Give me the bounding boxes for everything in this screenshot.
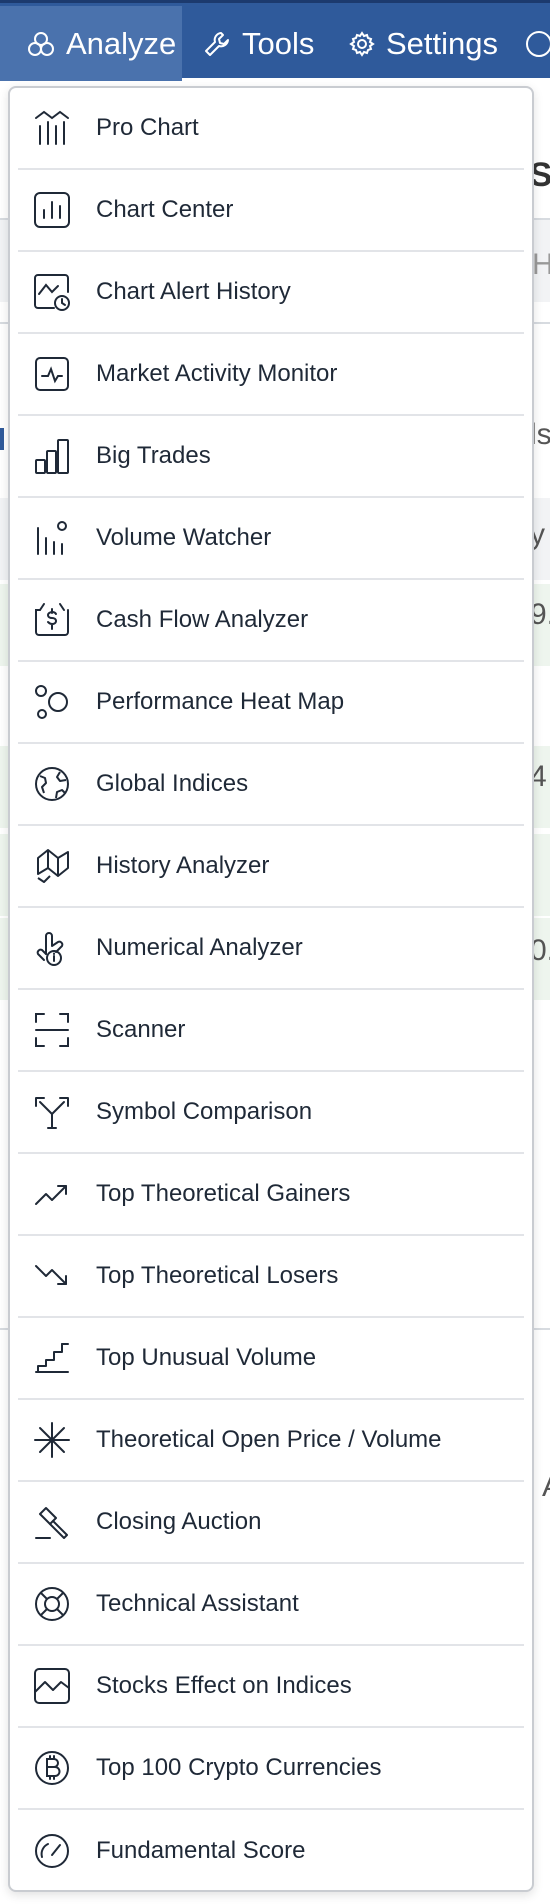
nav-help[interactable] [524,6,550,81]
trend-up-icon [30,1172,74,1216]
menu-item-fundamental-score[interactable]: Fundamental Score [18,1810,524,1892]
bubbles-icon [30,680,74,724]
unusual-volume-icon [30,1336,74,1380]
line-chart-box-icon [30,1664,74,1708]
wrench-icon [202,29,232,59]
asterisk-icon [30,1418,74,1462]
bg-fragment-8: A [542,1470,550,1504]
pro-chart-icon [30,106,74,150]
menu-item-label: Symbol Comparison [96,1098,313,1125]
nav-tools-label: Tools [242,25,315,61]
menu-item-top-100-crypto-currencies[interactable]: Top 100 Crypto Currencies [18,1728,524,1810]
menu-item-symbol-comparison[interactable]: Symbol Comparison [18,1072,524,1154]
menu-item-top-unusual-volume[interactable]: Top Unusual Volume [18,1318,524,1400]
nav-settings[interactable]: Settings [348,6,498,81]
menu-item-performance-heat-map[interactable]: Performance Heat Map [18,662,524,744]
chart-alert-clock-icon [30,270,74,314]
menu-item-label: Big Trades [96,442,211,469]
help-icon [524,29,550,59]
scanner-frame-icon [30,1008,74,1052]
menu-item-label: Chart Alert History [96,278,291,305]
menu-item-label: Global Indices [96,770,249,797]
menu-item-history-analyzer[interactable]: History Analyzer [18,826,524,908]
menu-item-closing-auction[interactable]: Closing Auction [18,1482,524,1564]
split-arrows-icon [30,1090,74,1134]
menu-item-label: Top Theoretical Losers [96,1262,339,1289]
menu-item-label: Fundamental Score [96,1837,306,1864]
menu-item-cash-flow-analyzer[interactable]: Cash Flow Analyzer [18,580,524,662]
menu-item-pro-chart[interactable]: Pro Chart [18,88,524,170]
menu-item-stocks-effect-on-indices[interactable]: Stocks Effect on Indices [18,1646,524,1728]
menu-item-label: Stocks Effect on Indices [96,1672,352,1699]
menu-item-label: Numerical Analyzer [96,934,303,961]
menu-item-top-theoretical-gainers[interactable]: Top Theoretical Gainers [18,1154,524,1236]
menu-item-label: Technical Assistant [96,1590,299,1617]
map-history-icon [30,844,74,888]
nav-tools[interactable]: Tools [202,6,314,81]
menu-item-label: Cash Flow Analyzer [96,606,309,633]
pulse-monitor-icon [30,352,74,396]
menu-item-label: History Analyzer [96,852,270,879]
menu-item-label: Top Theoretical Gainers [96,1180,351,1207]
nav-analyze[interactable]: Analyze [0,6,182,81]
menu-item-market-activity-monitor[interactable]: Market Activity Monitor [18,334,524,416]
menu-item-chart-center[interactable]: Chart Center [18,170,524,252]
gear-icon [348,30,376,58]
menu-item-label: Market Activity Monitor [96,360,338,387]
bitcoin-icon [30,1746,74,1790]
globe-icon [30,762,74,806]
bg-fragment-2: HE [532,248,550,281]
menu-item-volume-watcher[interactable]: Volume Watcher [18,498,524,580]
menu-item-big-trades[interactable]: Big Trades [18,416,524,498]
top-nav: Analyze Tools Settings [0,0,550,81]
dollar-cash-icon [30,598,74,642]
menu-item-label: Closing Auction [96,1508,262,1535]
menu-item-chart-alert-history[interactable]: Chart Alert History [18,252,524,334]
trend-down-icon [30,1254,74,1298]
menu-item-label: Chart Center [96,196,234,223]
menu-item-label: Pro Chart [96,114,199,141]
menu-item-top-theoretical-losers[interactable]: Top Theoretical Losers [18,1236,524,1318]
analyze-icon [26,29,56,59]
lifebuoy-icon [30,1582,74,1626]
menu-item-global-indices[interactable]: Global Indices [18,744,524,826]
gauge-icon [30,1829,74,1873]
menu-item-numerical-analyzer[interactable]: Numerical Analyzer [18,908,524,990]
bar-chart-icon [30,188,74,232]
menu-item-scanner[interactable]: Scanner [18,990,524,1072]
menu-item-theoretical-open-price-volume[interactable]: Theoretical Open Price / Volume [18,1400,524,1482]
menu-item-label: Theoretical Open Price / Volume [96,1426,442,1453]
menu-item-label: Volume Watcher [96,524,272,551]
analyze-dropdown-menu: Pro Chart Chart Center Chart Alert Histo… [8,86,534,1892]
nav-analyze-label: Analyze [66,25,177,61]
menu-item-label: Top Unusual Volume [96,1344,317,1371]
hand-info-icon [30,926,74,970]
menu-item-label: Top 100 Crypto Currencies [96,1754,382,1781]
nav-settings-label: Settings [386,25,499,61]
menu-item-label: Performance Heat Map [96,688,345,715]
menu-item-label: Scanner [96,1016,186,1043]
menu-item-technical-assistant[interactable]: Technical Assistant [18,1564,524,1646]
ascending-bars-icon [30,434,74,478]
gavel-icon [30,1500,74,1544]
bg-marker [0,428,4,450]
volume-bars-icon [30,516,74,560]
